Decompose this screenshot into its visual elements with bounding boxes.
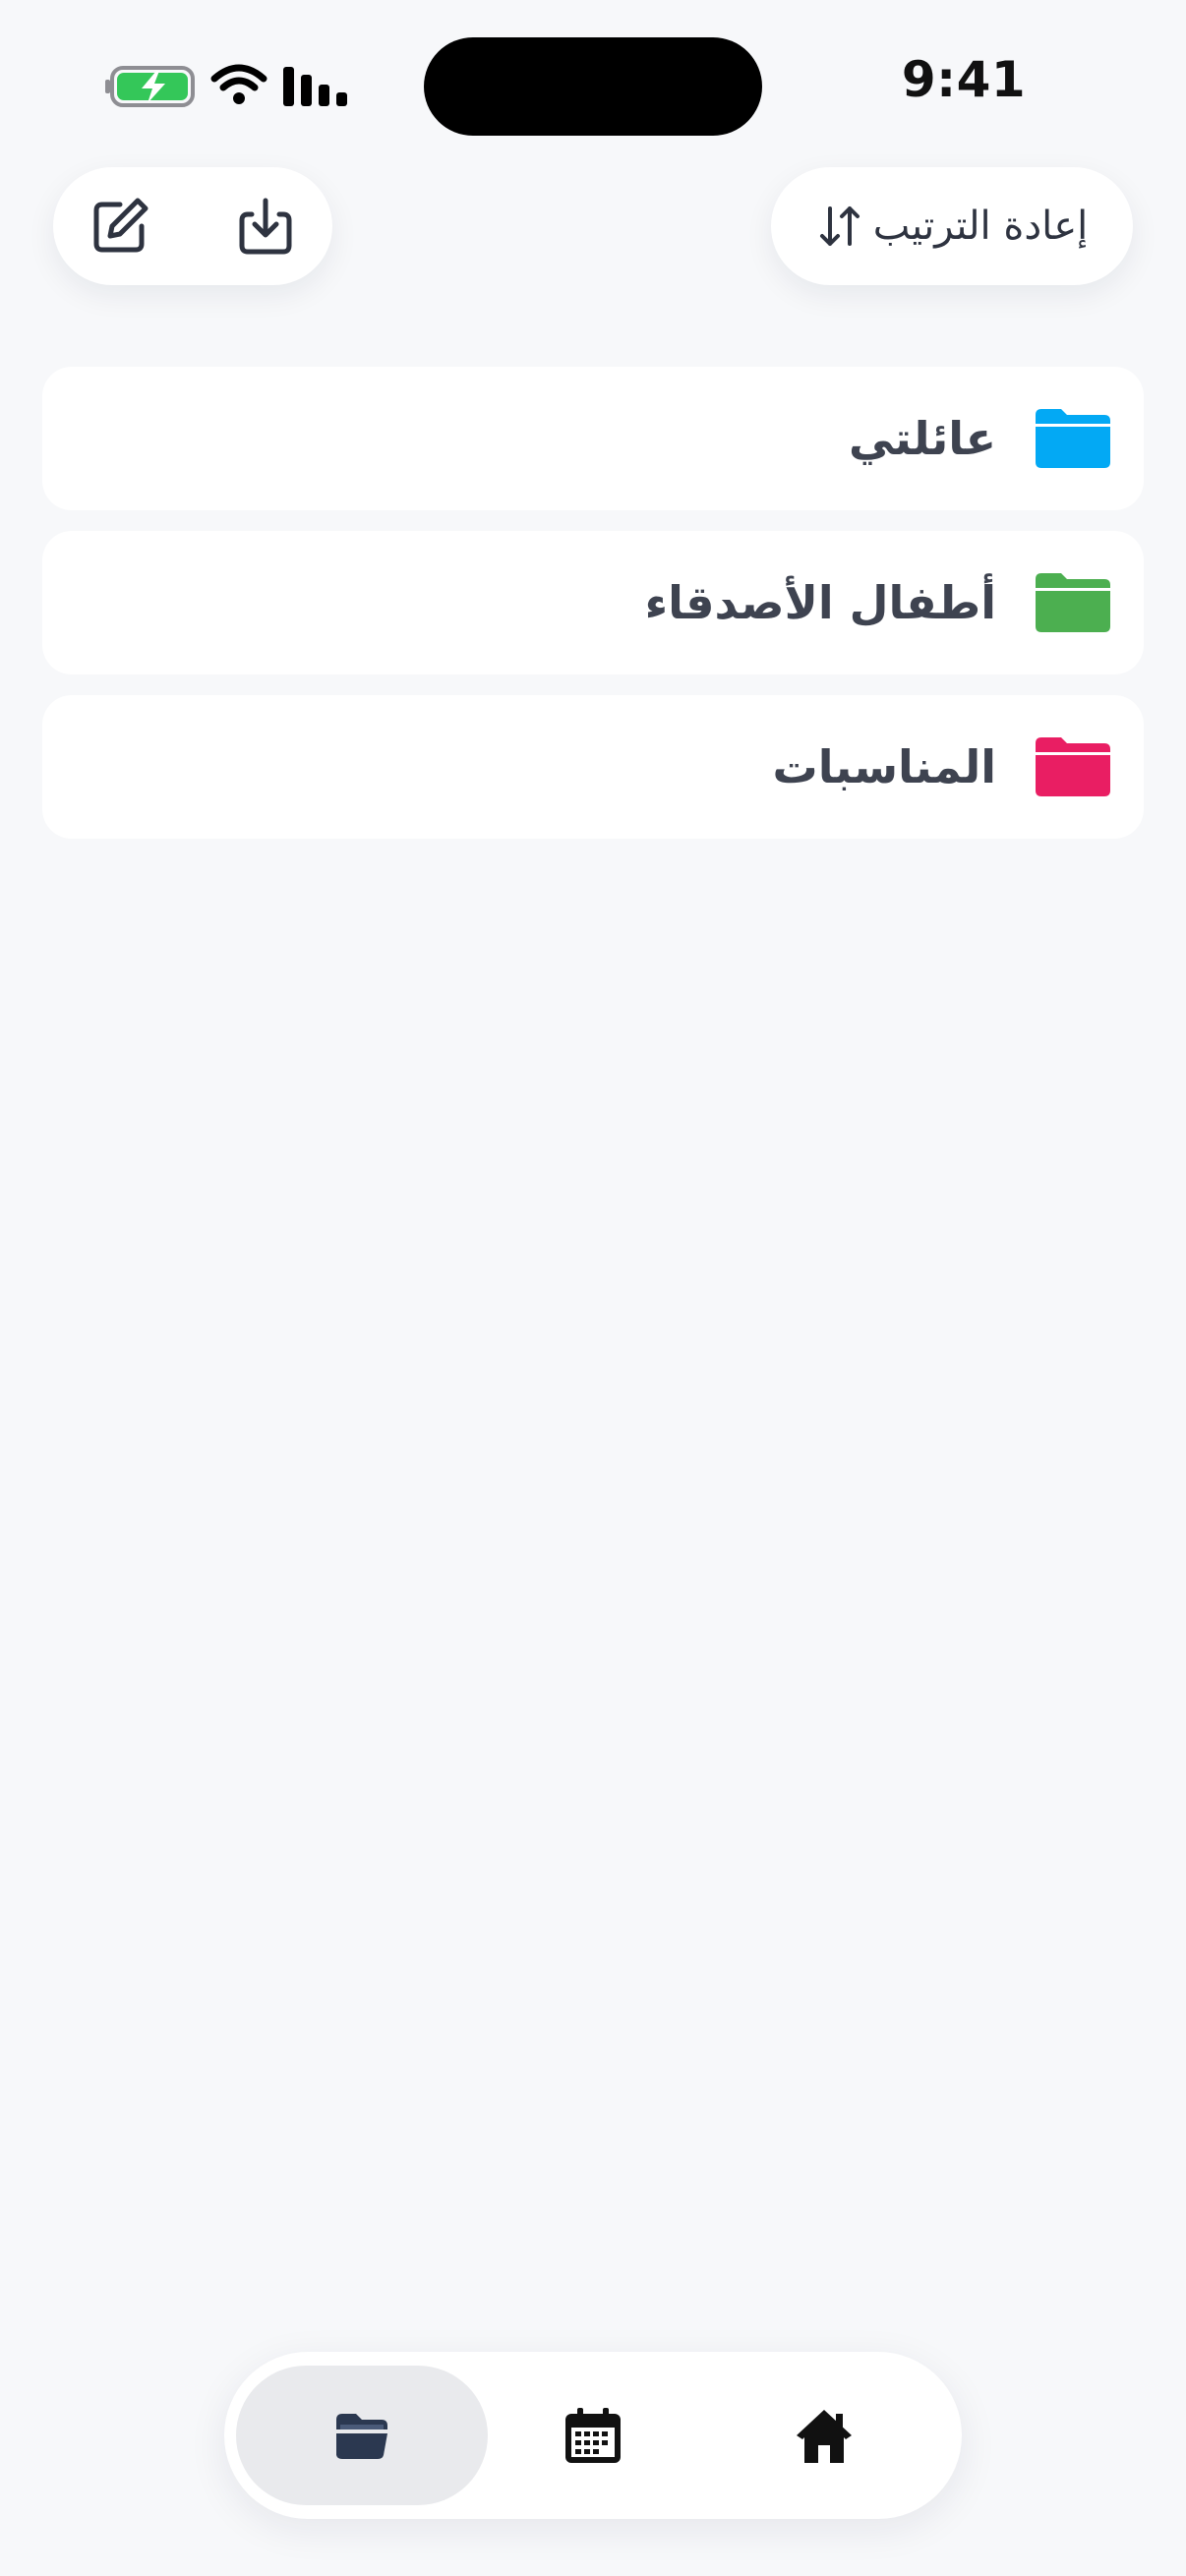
home-icon (797, 2410, 852, 2463)
reorder-label: إعادة الترتيب (872, 204, 1089, 249)
tab-folders[interactable] (236, 2366, 488, 2505)
status-time: 9:41 (901, 51, 1027, 108)
folder-row-family[interactable]: عائلتي (42, 367, 1144, 510)
battery-charging-icon (105, 66, 195, 107)
folder-label: أطفال الأصدقاء (644, 576, 996, 629)
folder-label: المناسبات (772, 740, 996, 793)
download-icon[interactable] (236, 197, 295, 256)
tab-bar (224, 2352, 962, 2519)
dynamic-island (424, 37, 762, 136)
sort-arrows-icon (819, 206, 860, 246)
folder-row-occasions[interactable]: المناسبات (42, 695, 1144, 839)
folder-icon (1036, 409, 1110, 468)
folder-icon (1036, 573, 1110, 632)
status-bar: 9:41 (0, 0, 1186, 147)
open-folder-icon (336, 2414, 387, 2459)
reorder-button[interactable]: إعادة الترتيب (771, 167, 1133, 285)
folder-icon (1036, 737, 1110, 796)
wifi-icon (210, 64, 267, 104)
signal-icon (283, 67, 347, 106)
tab-calendar[interactable] (467, 2366, 719, 2505)
folder-row-friends-kids[interactable]: أطفال الأصدقاء (42, 531, 1144, 674)
edit-icon[interactable] (90, 197, 149, 256)
actions-pill (53, 167, 332, 285)
tab-home[interactable] (698, 2366, 950, 2505)
folder-label: عائلتي (848, 412, 996, 465)
calendar-icon (565, 2408, 621, 2463)
